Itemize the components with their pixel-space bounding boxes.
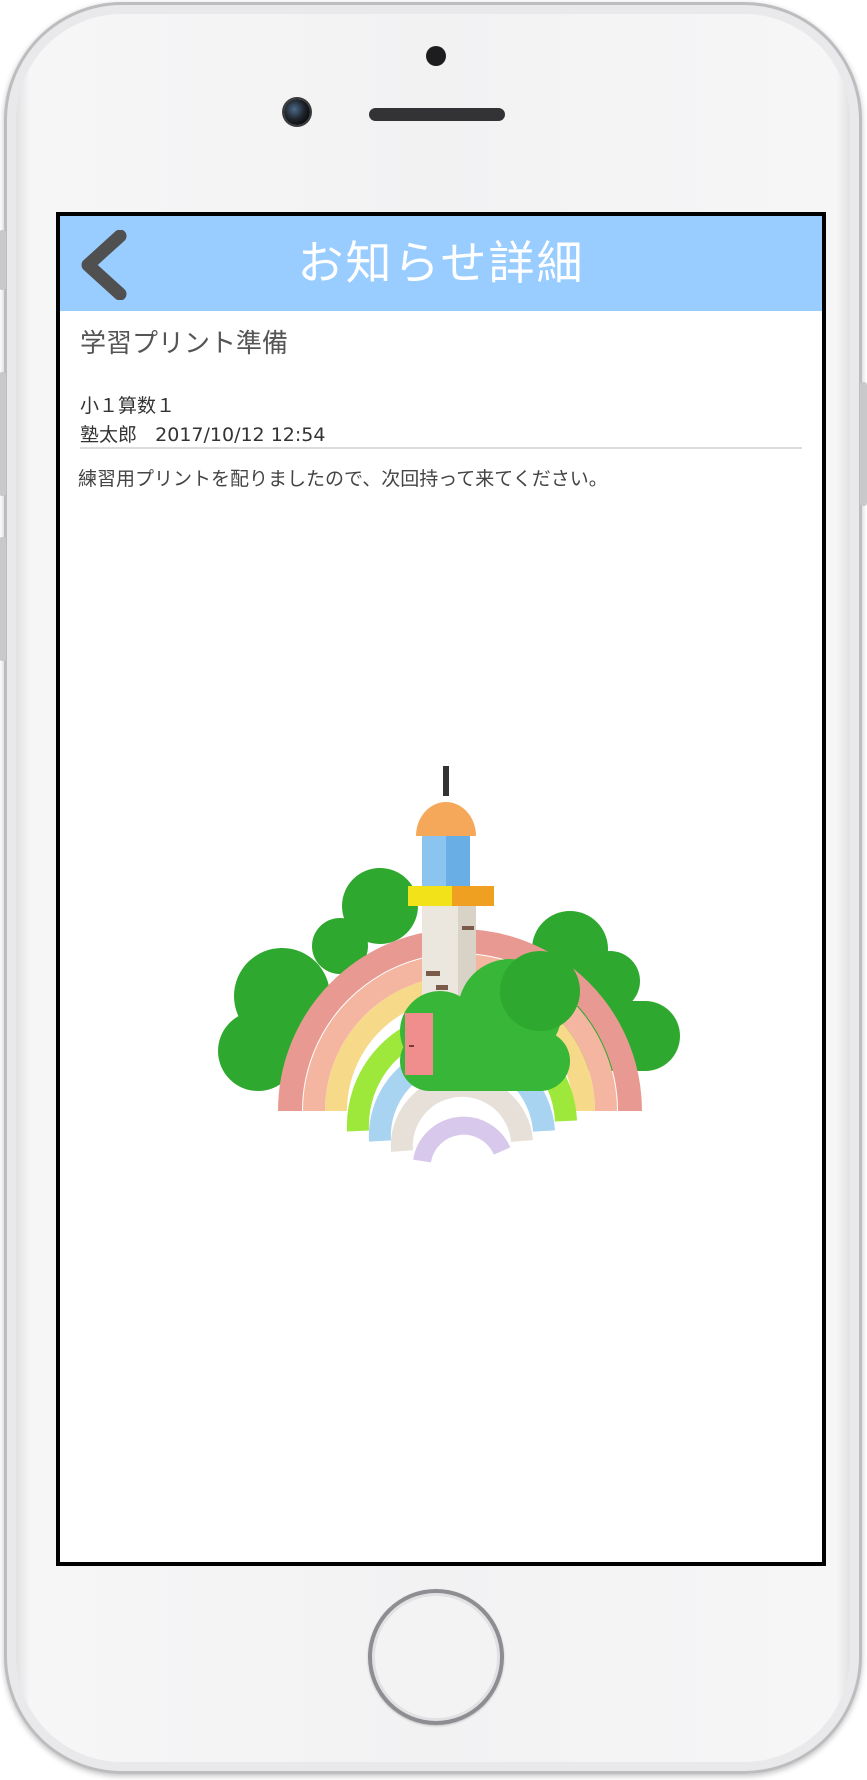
- volume-up-button: [0, 372, 6, 496]
- earpiece-speaker: [369, 108, 505, 121]
- divider: [80, 447, 802, 449]
- volume-down-button: [0, 537, 6, 661]
- proximity-sensor: [426, 46, 446, 66]
- notice-datetime: 2017/10/12 12:54: [155, 424, 326, 446]
- phone-frame: お知らせ詳細 学習プリント準備 小１算数１ 塾太郎 2017/10/12 12:…: [0, 2, 867, 1774]
- power-button: [860, 382, 867, 506]
- front-camera-icon: [284, 99, 310, 125]
- home-button[interactable]: [368, 1589, 504, 1725]
- notice-title: 学習プリント準備: [80, 329, 289, 359]
- page-title: お知らせ詳細: [297, 236, 585, 290]
- mute-switch: [0, 230, 6, 290]
- chevron-left-icon: [81, 229, 127, 301]
- notice-body: 練習用プリントを配りましたので、次回持って来てください。: [78, 468, 608, 490]
- nav-bar: お知らせ詳細: [60, 216, 822, 311]
- notice-class-name: 小１算数１: [80, 395, 176, 417]
- notice-author: 塾太郎: [80, 424, 138, 446]
- notice-meta: 塾太郎 2017/10/12 12:54: [80, 420, 325, 447]
- app-screen: お知らせ詳細 学習プリント準備 小１算数１ 塾太郎 2017/10/12 12:…: [56, 212, 826, 1566]
- back-button[interactable]: [74, 229, 138, 301]
- lighthouse-rainbow-illustration: [218, 766, 680, 1163]
